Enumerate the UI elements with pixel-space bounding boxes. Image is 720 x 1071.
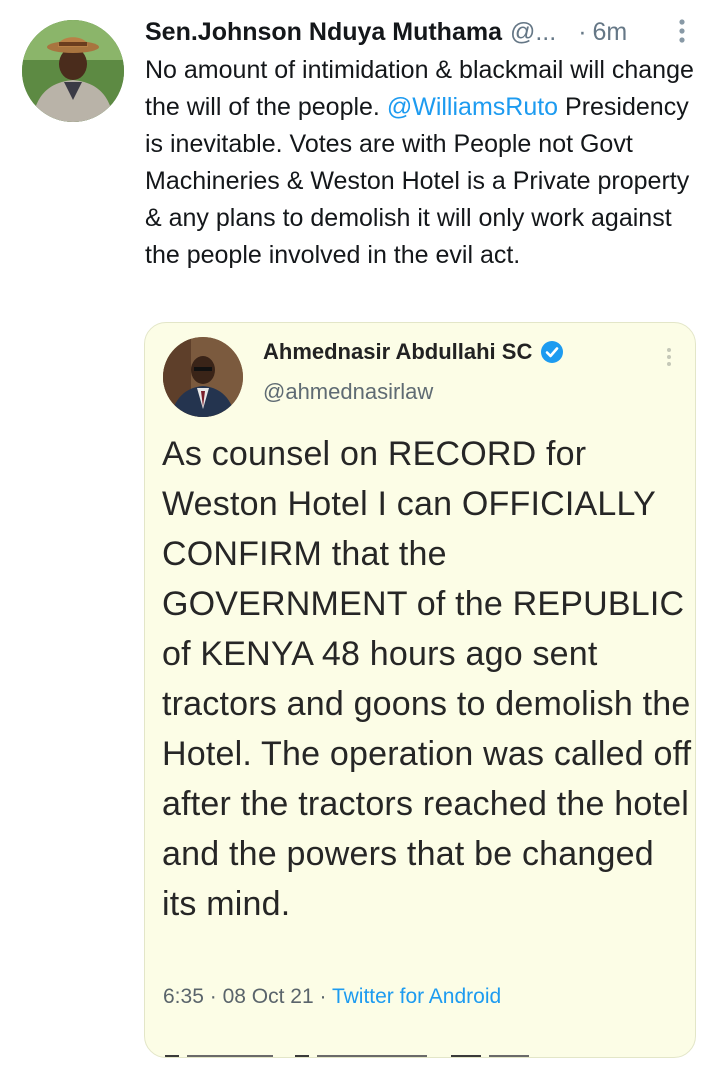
meta-separator: · <box>209 985 217 1008</box>
quoted-author-avatar[interactable] <box>163 337 243 417</box>
author-name[interactable]: Sen.Johnson Nduya Muthama <box>145 18 502 47</box>
quoted-more-options-icon[interactable] <box>661 345 677 369</box>
tweet-text: No amount of intimidation & blackmail wi… <box>145 52 705 274</box>
mention-link[interactable]: @WilliamsRuto <box>387 93 558 121</box>
tweet-time[interactable]: 6m <box>593 18 628 47</box>
verified-badge-icon <box>541 341 564 363</box>
tweet-header: Sen.Johnson Nduya Muthama @... · 6m <box>145 14 695 50</box>
tweet[interactable]: Sen.Johnson Nduya Muthama @... · 6m No a… <box>0 0 720 1071</box>
author-handle[interactable]: @... <box>510 18 556 47</box>
quoted-source[interactable]: Twitter for Android <box>332 985 501 1008</box>
profile-photo-icon <box>22 20 124 122</box>
more-options-icon[interactable] <box>672 16 692 46</box>
quoted-tweet-text: As counsel on RECORD for Weston Hotel I … <box>162 435 692 923</box>
meta-separator: · <box>319 985 327 1008</box>
quoted-time: 6:35 <box>163 985 204 1008</box>
quoted-tweet-meta: 6:35 · 08 Oct 21 · Twitter for Android <box>163 985 501 1009</box>
quoted-author-name[interactable]: Ahmednasir Abdullahi SC <box>263 339 532 365</box>
quoted-author-row: Ahmednasir Abdullahi SC <box>263 339 564 365</box>
author-avatar[interactable] <box>22 20 124 122</box>
quoted-date: 08 Oct 21 <box>222 985 314 1008</box>
profile-photo-icon <box>163 337 243 417</box>
quoted-tweet-card[interactable]: Ahmednasir Abdullahi SC @ahmednasirlaw A… <box>144 322 696 1058</box>
cut-off-stats-row <box>145 1047 695 1057</box>
header-separator: · <box>578 17 587 46</box>
quoted-author-handle[interactable]: @ahmednasirlaw <box>263 379 433 405</box>
